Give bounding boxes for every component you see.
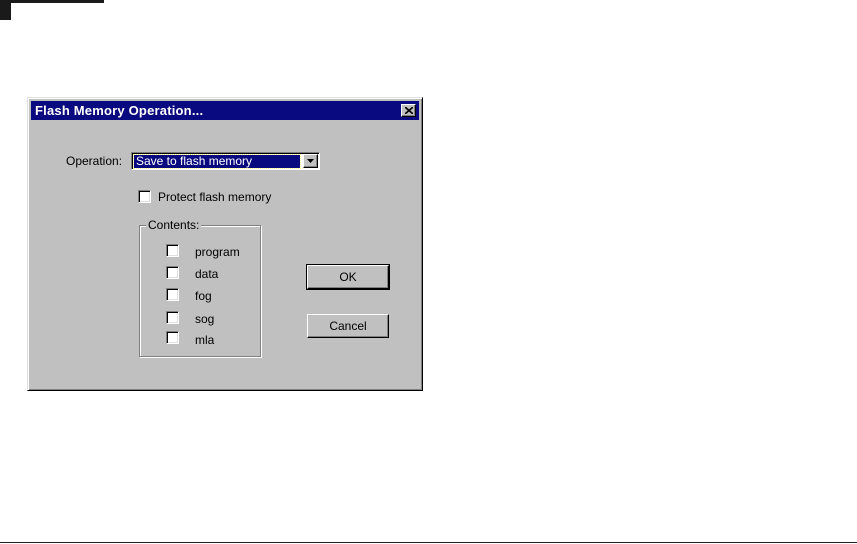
chevron-down-icon xyxy=(307,159,314,163)
operation-select[interactable]: Save to flash memory xyxy=(131,152,320,170)
checkbox-mla[interactable] xyxy=(166,331,179,344)
dialog-title: Flash Memory Operation... xyxy=(35,103,204,118)
operation-select-value: Save to flash memory xyxy=(133,154,301,169)
label-data: data xyxy=(195,267,219,281)
cancel-button[interactable]: Cancel xyxy=(307,314,389,338)
page-corner-rule xyxy=(0,0,104,3)
contents-group-label: Contents: xyxy=(146,218,202,232)
label-sog: sog xyxy=(195,312,215,326)
dialog-titlebar[interactable]: Flash Memory Operation... xyxy=(31,101,419,120)
label-fog: fog xyxy=(195,289,212,303)
checkbox-fog[interactable] xyxy=(166,288,179,301)
operation-dropdown-button[interactable] xyxy=(303,154,318,168)
page-corner-tab xyxy=(0,0,11,20)
checkbox-data[interactable] xyxy=(166,266,179,279)
close-icon xyxy=(405,107,413,114)
flash-memory-dialog: Flash Memory Operation... Operation: Sav… xyxy=(27,97,423,391)
checkbox-sog[interactable] xyxy=(166,311,179,324)
operation-label: Operation: xyxy=(66,154,123,168)
label-program: program xyxy=(195,245,240,259)
checkbox-program[interactable] xyxy=(166,244,179,257)
close-button[interactable] xyxy=(401,104,416,117)
ok-button[interactable]: OK xyxy=(306,264,390,290)
label-mla: mla xyxy=(195,333,215,347)
protect-flash-label: Protect flash memory xyxy=(158,190,272,204)
protect-flash-checkbox[interactable] xyxy=(138,190,151,203)
page-bottom-rule xyxy=(0,542,857,543)
